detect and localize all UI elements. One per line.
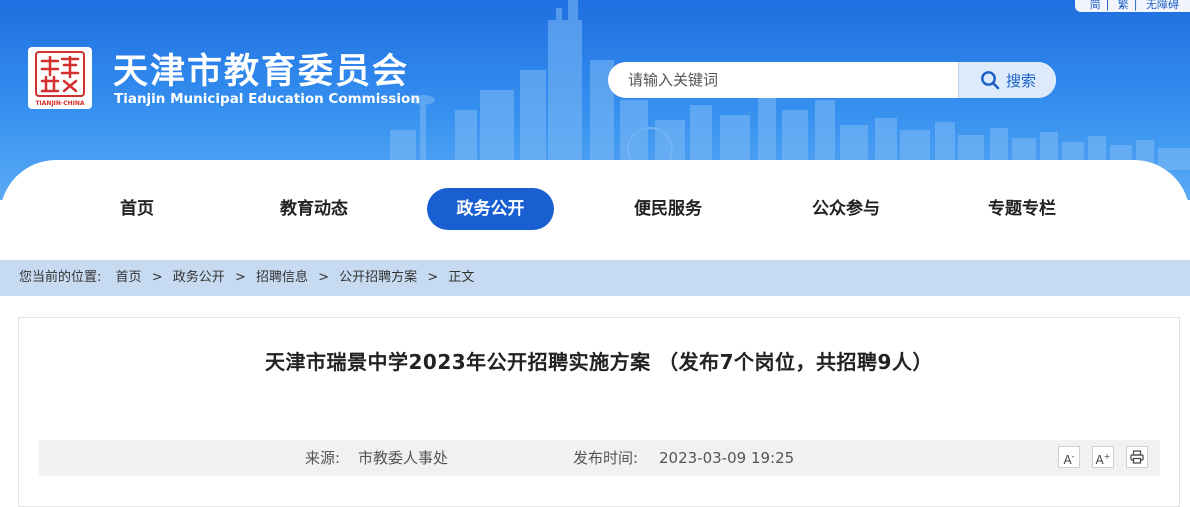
nav-item-government-affairs[interactable]: 政务公开 <box>427 188 554 230</box>
breadcrumb-recruitment-info[interactable]: 招聘信息 <box>256 270 308 285</box>
nav-item-special-topics[interactable]: 专题专栏 <box>968 188 1076 230</box>
article-container: 天津市瑞景中学2023年公开招聘实施方案 （发布7个岗位，共招聘9人） 来源: … <box>18 317 1180 507</box>
nav-item-education-news[interactable]: 教育动态 <box>260 188 368 230</box>
accessibility-link[interactable]: 无障碍 <box>1146 0 1179 10</box>
breadcrumb-current: 正文 <box>448 270 475 285</box>
print-button[interactable] <box>1126 446 1148 468</box>
tianjin-seal-icon: TIANJIN·CHINA <box>35 51 85 107</box>
publish-time-value: 2023-03-09 19:25 <box>659 449 795 467</box>
breadcrumb-separator: > <box>151 270 163 285</box>
nav-item-public-services[interactable]: 便民服务 <box>614 188 722 230</box>
breadcrumb: 您当前的位置: 首页 > 政务公开 > 招聘信息 > 公开招聘方案 > 正文 <box>0 260 1190 296</box>
search-input[interactable] <box>608 62 973 98</box>
font-smaller-button[interactable]: A- <box>1058 446 1080 468</box>
article-title: 天津市瑞景中学2023年公开招聘实施方案 （发布7个岗位，共招聘9人） <box>265 350 933 374</box>
printer-icon <box>1130 450 1144 464</box>
breadcrumb-separator: > <box>318 270 329 285</box>
traditional-chinese-link[interactable]: 繁 <box>1118 0 1129 10</box>
article-meta-bar: 来源: 市教委人事处 发布时间: 2023-03-09 19:25 A- A+ <box>39 440 1160 476</box>
search-button-label: 搜索 <box>1005 71 1036 90</box>
source-label: 来源: <box>305 449 341 467</box>
source-value: 市教委人事处 <box>358 449 449 467</box>
font-larger-button[interactable]: A+ <box>1092 446 1114 468</box>
site-subtitle: Tianjin Municipal Education Commission <box>114 91 420 107</box>
nav-item-home[interactable]: 首页 <box>95 188 179 230</box>
breadcrumb-home[interactable]: 首页 <box>116 270 142 285</box>
site-title: 天津市教育委员会 <box>113 52 410 92</box>
search-button[interactable]: 搜索 <box>958 62 1056 98</box>
simplified-chinese-link[interactable]: 简 <box>1090 0 1101 10</box>
search-bar: 搜索 <box>608 62 1056 98</box>
breadcrumb-separator: > <box>234 270 246 285</box>
breadcrumb-separator: > <box>427 270 439 285</box>
top-links: 简 | 繁 | 无障碍 <box>1074 0 1190 12</box>
breadcrumb-government-affairs[interactable]: 政务公开 <box>173 270 225 285</box>
search-icon <box>981 71 1000 90</box>
site-logo[interactable]: TIANJIN·CHINA <box>28 47 92 109</box>
nav-item-public-participation[interactable]: 公众参与 <box>792 188 900 230</box>
main-nav: 首页 教育动态 政务公开 便民服务 公众参与 专题专栏 <box>0 160 1190 260</box>
breadcrumb-recruitment-plans[interactable]: 公开招聘方案 <box>339 270 417 285</box>
publish-time-label: 发布时间: <box>573 449 639 467</box>
breadcrumb-label: 您当前的位置: <box>19 270 102 285</box>
svg-text:TIANJIN·CHINA: TIANJIN·CHINA <box>35 100 84 107</box>
